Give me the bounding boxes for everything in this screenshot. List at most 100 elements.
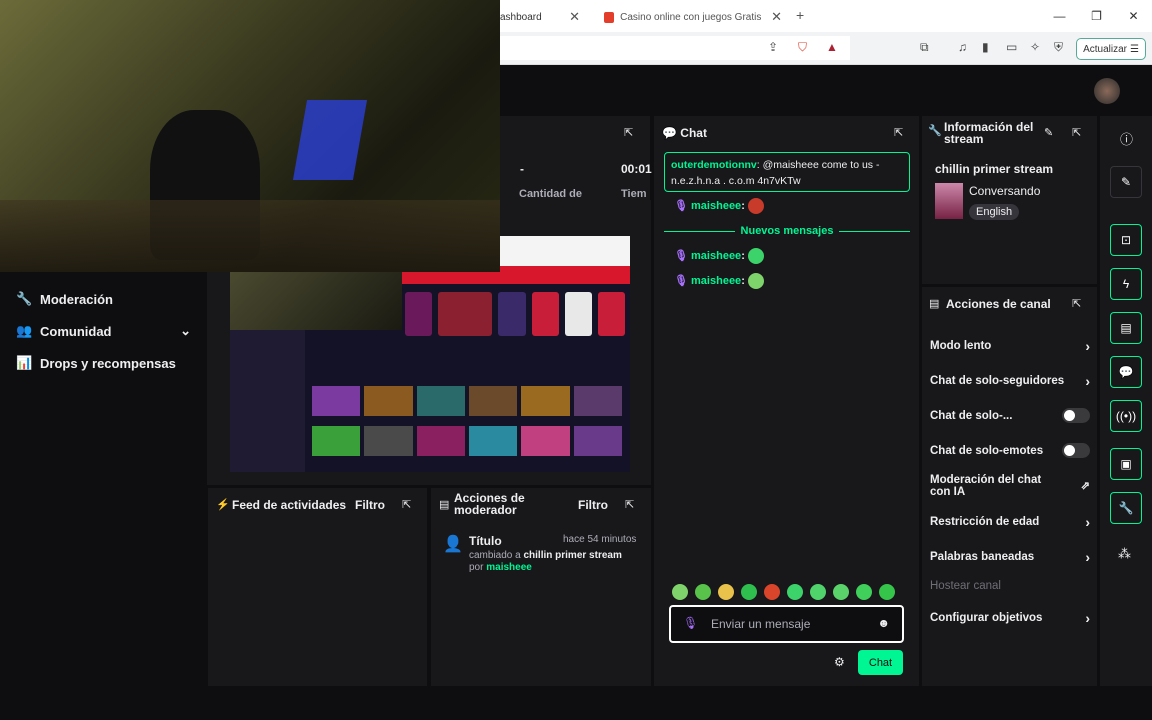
- sidebar-icon[interactable]: ▮: [982, 40, 989, 54]
- emote-icon[interactable]: [810, 584, 826, 600]
- ai-icon[interactable]: ✧: [1030, 40, 1040, 54]
- action-moderacion-ia[interactable]: Moderación del chat con IA ⇗: [930, 474, 1090, 498]
- stream-info-panel: 🔧 Información del stream ✎ ⇱ chillin pri…: [922, 116, 1097, 284]
- webcam-overlay: [0, 0, 500, 272]
- mod-tools-button[interactable]: 🔧: [1110, 492, 1142, 524]
- activity-feed-title: Feed de actividades: [232, 498, 347, 512]
- chevron-down-icon[interactable]: ⌄: [180, 323, 191, 339]
- avatar[interactable]: [1094, 78, 1120, 104]
- mod-entry-detail: cambiado a chillin primer stream por mai…: [469, 550, 622, 574]
- emote-icon[interactable]: [833, 584, 849, 600]
- settings-gear-icon[interactable]: ⚙: [834, 655, 845, 669]
- clip-button[interactable]: ⊡: [1110, 224, 1142, 256]
- ads-button[interactable]: ϟ: [1110, 268, 1142, 300]
- bed: [0, 200, 500, 272]
- emote-icon[interactable]: [764, 584, 780, 600]
- wrench-icon: 🔧: [928, 125, 942, 137]
- tab-dashboard[interactable]: ashboard ✕: [500, 4, 588, 30]
- vpn-icon[interactable]: ⛨: [1054, 40, 1063, 55]
- monitor-glow: [292, 100, 368, 180]
- stat-time: 00:01: [621, 162, 652, 176]
- bolt-icon: ⚡: [216, 499, 230, 511]
- emote-icon[interactable]: [787, 584, 803, 600]
- emote-icon[interactable]: [695, 584, 711, 600]
- window-controls: — ❐ ✕: [1041, 0, 1152, 32]
- raid-button[interactable]: ▣: [1110, 448, 1142, 480]
- category-boxart: [935, 183, 963, 219]
- raid-icon: ▣: [1120, 457, 1132, 471]
- info-icon[interactable]: ⓘ: [1120, 129, 1133, 148]
- chat-icon: 💬: [662, 126, 677, 140]
- action-palabras-baneadas[interactable]: Palabras baneadas ›: [930, 549, 1090, 565]
- wallet-icon[interactable]: ▭: [1006, 40, 1017, 54]
- edit-quick-actions-button[interactable]: ✎: [1110, 166, 1142, 198]
- action-label: Chat de solo-seguidores: [930, 375, 1065, 387]
- people-icon: 👥: [16, 323, 33, 338]
- popout-icon[interactable]: ⇱: [625, 498, 634, 511]
- language-tag: English: [969, 204, 1020, 220]
- nav-label: Comunidad: [40, 323, 112, 339]
- emote-icon: [747, 273, 764, 289]
- action-modo-lento[interactable]: Modo lento ›: [930, 338, 1090, 354]
- maximize-icon[interactable]: ❐: [1078, 0, 1115, 32]
- emote-icon[interactable]: [741, 584, 757, 600]
- nav-drops[interactable]: 📊 Drops y recompensas: [16, 355, 176, 371]
- screenshot-icon[interactable]: ⧉: [920, 40, 929, 55]
- chat-input[interactable]: 🎙 Enviar un mensaje ☻: [669, 605, 904, 643]
- emote-bar: [672, 584, 895, 600]
- emote-icon[interactable]: [718, 584, 734, 600]
- toggle-switch[interactable]: [1062, 443, 1090, 458]
- brave-rewards-icon[interactable]: ▲: [826, 40, 838, 54]
- minimize-icon[interactable]: —: [1041, 0, 1078, 32]
- filter-button[interactable]: Filtro: [355, 498, 385, 512]
- mic-badge-icon: 🎙: [674, 249, 688, 262]
- popout-icon[interactable]: ⇱: [1072, 297, 1081, 310]
- close-icon[interactable]: ✕: [763, 9, 790, 25]
- tab-casino[interactable]: Casino online con juegos Gratis y slo ✕: [600, 4, 790, 30]
- close-icon[interactable]: ✕: [561, 9, 588, 25]
- nav-comunidad[interactable]: 👥 Comunidad ⌄: [16, 323, 191, 339]
- close-window-icon[interactable]: ✕: [1115, 0, 1152, 32]
- chevron-right-icon: ›: [1085, 610, 1090, 626]
- chat-quick-button[interactable]: 💬: [1110, 356, 1142, 388]
- action-restriccion-edad[interactable]: Restricción de edad ›: [930, 514, 1090, 530]
- brave-shield-icon[interactable]: ⛉: [798, 40, 807, 55]
- filter-button[interactable]: Filtro: [578, 498, 608, 512]
- notes-button[interactable]: ▤: [1110, 312, 1142, 344]
- emote-icon[interactable]: [879, 584, 895, 600]
- menu-icon: ☰: [1129, 43, 1139, 55]
- new-tab-icon[interactable]: +: [796, 7, 804, 23]
- more-actions-icon[interactable]: ⁂: [1118, 546, 1131, 562]
- emote-icon[interactable]: [672, 584, 688, 600]
- detail-user[interactable]: maisheee: [486, 562, 532, 573]
- popout-icon[interactable]: ⇱: [1072, 126, 1081, 139]
- update-button[interactable]: Actualizar ☰: [1076, 38, 1146, 60]
- user-edit-icon: 👤: [443, 536, 463, 553]
- action-solo-seguidores[interactable]: Chat de solo-seguidores ›: [930, 373, 1090, 389]
- mic-badge-icon: 🎙: [674, 199, 688, 212]
- update-label: Actualizar: [1083, 43, 1127, 55]
- message-user[interactable]: maisheee: [691, 250, 741, 262]
- message-user[interactable]: maisheee: [691, 275, 741, 287]
- popout-icon[interactable]: ⇱: [402, 498, 411, 511]
- chat-title: 💬 Chat: [662, 126, 707, 140]
- chat-send-button[interactable]: Chat: [858, 650, 903, 675]
- mod-entry-time: hace 54 minutos: [563, 534, 637, 545]
- message-user[interactable]: outerdemotionnv: [671, 159, 757, 171]
- nav-moderacion[interactable]: 🔧 Moderación: [16, 291, 113, 307]
- emote-icon[interactable]: [856, 584, 872, 600]
- emote-picker-icon[interactable]: ☻: [877, 616, 890, 630]
- preview-games-row-1: [312, 386, 622, 416]
- popout-icon[interactable]: ⇱: [894, 126, 903, 139]
- message-user[interactable]: maisheee: [691, 200, 741, 212]
- chat-message: 🎙 maisheee:: [674, 248, 764, 264]
- action-configurar-objetivos[interactable]: Configurar objetivos ›: [930, 610, 1090, 626]
- chat-message: 🎙 maisheee:: [674, 273, 764, 289]
- chat-title-text: Chat: [680, 126, 707, 140]
- popout-icon[interactable]: ⇱: [624, 126, 633, 139]
- broadcast-button[interactable]: ((•)): [1110, 400, 1142, 432]
- share-icon[interactable]: ⇪: [768, 40, 778, 54]
- toggle-switch[interactable]: [1062, 408, 1090, 423]
- edit-icon[interactable]: ✎: [1044, 126, 1053, 139]
- music-icon[interactable]: ♫: [958, 40, 967, 54]
